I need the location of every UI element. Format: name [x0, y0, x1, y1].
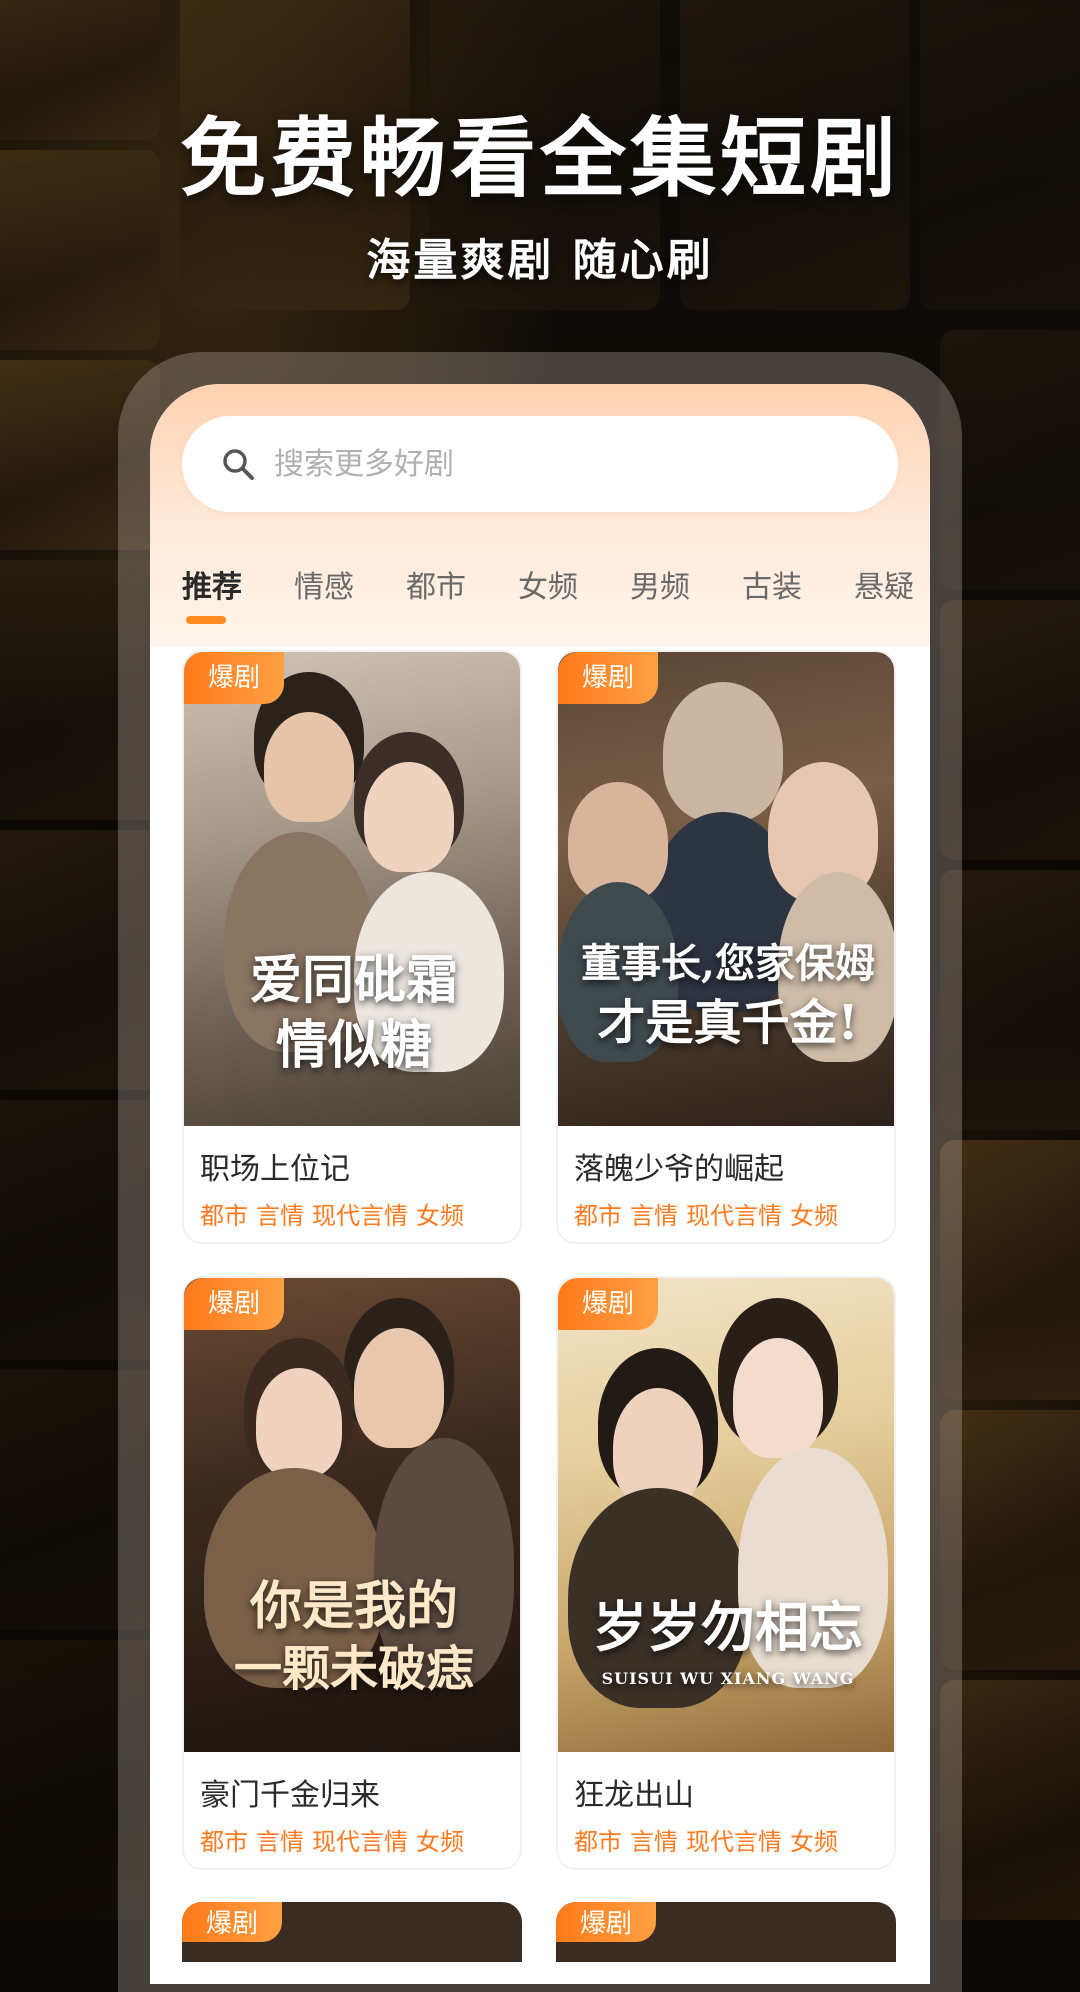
- poster-title-line1: 董事长,您家保姆: [581, 940, 875, 987]
- poster-title-line1: 你是我的: [249, 1576, 458, 1637]
- poster-figure: [364, 762, 454, 872]
- tag: 都市: [574, 1828, 622, 1856]
- drama-tags: 都市 言情 现代言情 女频: [574, 1822, 846, 1857]
- hot-badge: 爆剧: [184, 652, 284, 704]
- tag: 言情: [630, 1202, 678, 1230]
- poster-figure: [354, 1328, 444, 1448]
- tab-male[interactable]: 男频: [630, 562, 690, 606]
- drama-poster: 岁岁勿相忘 SUISUI WU XIANG WANG: [558, 1278, 894, 1752]
- tab-recommend[interactable]: 推荐: [182, 562, 242, 606]
- tag: 都市: [574, 1202, 622, 1230]
- hot-badge: 爆剧: [182, 1902, 282, 1942]
- tag: 都市: [200, 1202, 248, 1230]
- poster-title-line1: 岁岁勿相忘: [593, 1595, 863, 1659]
- tab-urban[interactable]: 都市: [406, 562, 466, 606]
- tag: 都市: [200, 1828, 248, 1856]
- drama-tags: 都市 言情 现代言情 女频: [200, 1822, 472, 1857]
- tab-emotion[interactable]: 情感: [294, 562, 354, 606]
- drama-poster: 董事长,您家保姆 才是真千金!: [558, 652, 894, 1126]
- search-input[interactable]: [274, 416, 874, 512]
- drama-card[interactable]: 董事长,您家保姆 才是真千金! 爆剧 落魄少爷的崛起 都市 言情 现代言情 女频: [556, 650, 896, 1244]
- tag: 现代言情: [686, 1202, 782, 1230]
- tag: 现代言情: [312, 1828, 408, 1856]
- drama-card[interactable]: 你是我的 一颗未破痣 爆剧 豪门千金归来 都市 言情 现代言情 女频: [182, 1276, 522, 1870]
- drama-card[interactable]: 爱同砒霜 情似糖 爆剧 职场上位记 都市 言情 现代言情 女频: [182, 650, 522, 1244]
- tab-female[interactable]: 女频: [518, 562, 578, 606]
- poster-figure: [663, 682, 783, 822]
- drama-card-partial[interactable]: 爆剧: [556, 1902, 896, 1962]
- promo-headline: 免费畅看全集短剧: [180, 109, 900, 209]
- search-bar[interactable]: [182, 416, 898, 512]
- hot-badge: 爆剧: [184, 1278, 284, 1330]
- drama-card[interactable]: 岁岁勿相忘 SUISUI WU XIANG WANG 爆剧 狂龙出山 都市 言情现…: [556, 1276, 896, 1870]
- poster-figure: [256, 1368, 342, 1478]
- hot-badge: 爆剧: [558, 652, 658, 704]
- hot-badge: 爆剧: [558, 1278, 658, 1330]
- drama-title: 狂龙出山: [574, 1778, 694, 1813]
- drama-title: 豪门千金归来: [200, 1778, 380, 1813]
- tag: 言情: [256, 1202, 304, 1230]
- tag: 现代言情: [312, 1202, 408, 1230]
- drama-title: 落魄少爷的崛起: [574, 1152, 784, 1187]
- active-tab-indicator: [186, 616, 226, 624]
- drama-tags: 都市 言情 现代言情 女频: [200, 1196, 472, 1231]
- drama-poster: 你是我的 一颗未破痣: [184, 1278, 520, 1752]
- poster-title-line2: 才是真千金!: [597, 995, 859, 1051]
- poster-figure: [264, 712, 354, 822]
- promo-subheadline: 海量爽剧 随心刷: [366, 235, 714, 286]
- tag: 言情: [256, 1828, 304, 1856]
- poster-figure: [733, 1338, 823, 1458]
- search-icon: [223, 449, 254, 480]
- tab-mystery[interactable]: 悬疑: [854, 562, 914, 606]
- tag: 女频: [790, 1202, 838, 1230]
- tag: 女频: [790, 1828, 838, 1856]
- poster-title-line2: 情似糖: [275, 1015, 432, 1076]
- poster-title-line1: 爱同砒霜: [249, 950, 458, 1011]
- poster-title-line2: SUISUI WU XIANG WANG: [601, 1669, 855, 1688]
- poster-title-line2: 一颗未破痣: [233, 1641, 474, 1697]
- tag: 现代言情: [686, 1828, 782, 1856]
- category-tabs: 推荐 情感 都市 女频 男频 古装 悬疑: [182, 562, 930, 622]
- tab-costume[interactable]: 古装: [742, 562, 802, 606]
- drama-tags: 都市 言情 现代言情 女频: [574, 1196, 846, 1231]
- tag: 女频: [416, 1828, 464, 1856]
- phone-screen: 推荐 情感 都市 女频 男频 古装 悬疑 爱同砒霜 情似糖 爆剧 职场上位记 都…: [150, 384, 930, 1984]
- tag: 言情: [630, 1828, 678, 1856]
- tag: 女频: [416, 1202, 464, 1230]
- drama-card-partial[interactable]: 爆剧: [182, 1902, 522, 1962]
- hot-badge: 爆剧: [556, 1902, 656, 1942]
- drama-title: 职场上位记: [200, 1152, 350, 1187]
- drama-poster: 爱同砒霜 情似糖: [184, 652, 520, 1126]
